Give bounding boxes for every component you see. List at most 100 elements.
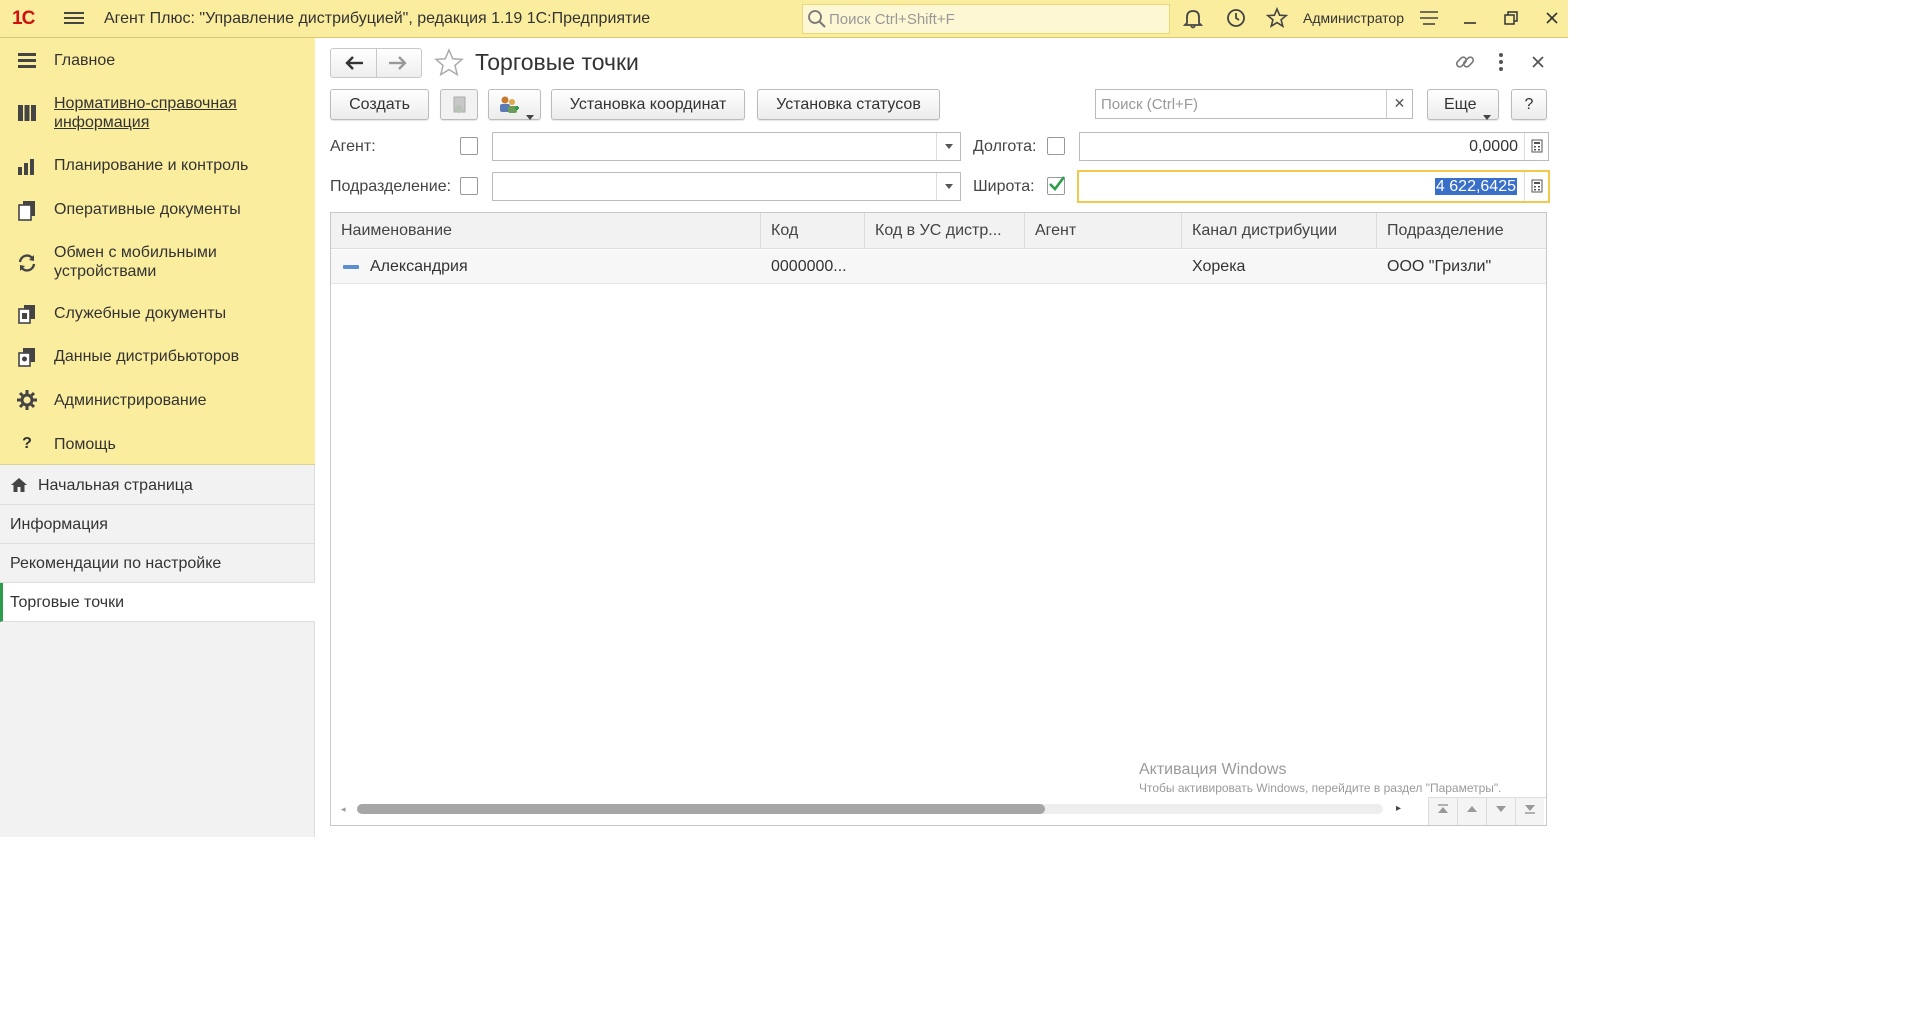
agent-label: Агент: xyxy=(330,138,376,155)
global-search-input[interactable]: Поиск Ctrl+Shift+F xyxy=(802,4,1170,34)
cell-division: ООО "Гризли" xyxy=(1387,258,1492,275)
help-icon: ? xyxy=(22,435,32,452)
close-window-icon[interactable] xyxy=(1541,8,1563,30)
set-coordinates-button[interactable]: Установка координат xyxy=(551,89,745,120)
more-button[interactable]: Еще xyxy=(1427,89,1499,120)
division-field[interactable] xyxy=(492,172,961,201)
agent-filter-checkbox[interactable] xyxy=(460,137,478,155)
back-arrow-icon[interactable] xyxy=(343,54,365,76)
section-label: Оперативные документы xyxy=(54,201,241,218)
section-help[interactable]: ? Помощь xyxy=(0,433,315,459)
section-main[interactable]: Главное xyxy=(0,50,315,76)
more-vert-icon[interactable] xyxy=(1489,51,1513,75)
latitude-label: Широта: xyxy=(973,178,1035,195)
scroll-to-top-icon[interactable] xyxy=(1428,798,1457,825)
column-header-code[interactable]: Код xyxy=(761,213,865,249)
open-window-label: Рекомендации по настройке xyxy=(10,555,222,572)
column-header-division[interactable]: Подразделение xyxy=(1377,213,1546,249)
documents-icon xyxy=(16,199,38,221)
more-label: Еще xyxy=(1444,96,1477,113)
clear-search-icon[interactable]: ✕ xyxy=(1386,90,1412,118)
section-distributor-data[interactable]: Данные дистрибьюторов xyxy=(0,345,315,371)
section-label: Помощь xyxy=(54,436,116,453)
division-filter-checkbox[interactable] xyxy=(460,177,478,195)
sidebar: Главное Нормативно-справочная информация… xyxy=(0,38,315,837)
section-administration[interactable]: Администрирование xyxy=(0,389,315,415)
latitude-filter-checkbox[interactable] xyxy=(1047,176,1066,195)
cell-name: Александрия xyxy=(370,258,468,275)
cell-channel: Хорека xyxy=(1192,258,1246,275)
latitude-field[interactable]: 4 622,6425 xyxy=(1077,170,1550,203)
copy-doc-icon xyxy=(450,95,470,125)
section-operational-docs[interactable]: Оперативные документы xyxy=(0,198,315,224)
section-label: Администрирование xyxy=(54,392,207,409)
dropdown-arrow-icon[interactable] xyxy=(936,133,960,160)
table-row[interactable]: Александрия 0000000... Хорека ООО "Гризл… xyxy=(331,250,1546,284)
bar-chart-icon xyxy=(16,155,38,177)
favorite-star-icon[interactable] xyxy=(434,48,464,82)
scroll-left-icon[interactable]: ◂ xyxy=(341,804,346,815)
chevron-down-icon xyxy=(526,102,534,131)
copy-button[interactable] xyxy=(440,89,478,120)
section-mobile-exchange[interactable]: Обмен с мобильными устройствами xyxy=(0,242,315,282)
restore-icon[interactable] xyxy=(1500,8,1522,30)
set-statuses-button[interactable]: Установка статусов xyxy=(757,89,940,120)
menu-list-icon xyxy=(16,50,38,72)
section-reference-info[interactable]: Нормативно-справочная информация xyxy=(0,94,315,134)
column-header-channel[interactable]: Канал дистрибуции xyxy=(1182,213,1377,249)
trade-points-table: Наименование Код Код в УС дистр... Агент… xyxy=(330,212,1547,826)
page-title: Торговые точки xyxy=(475,49,639,75)
section-label: Нормативно-справочная информация xyxy=(54,95,237,131)
calculator-icon[interactable] xyxy=(1524,172,1548,201)
distributor-data-icon xyxy=(16,346,38,368)
column-header-name[interactable]: Наименование xyxy=(331,213,761,249)
dropdown-arrow-icon[interactable] xyxy=(936,173,960,200)
app-logo: 1С xyxy=(12,8,35,29)
item-marker-icon xyxy=(343,265,359,269)
column-header-agent[interactable]: Агент xyxy=(1025,213,1182,249)
help-button[interactable]: ? xyxy=(1511,89,1547,120)
scrollbar-thumb[interactable] xyxy=(357,804,1045,814)
create-button[interactable]: Создать xyxy=(330,89,429,120)
section-label: Планирование и контроль xyxy=(54,157,249,174)
link-icon[interactable] xyxy=(1453,51,1477,75)
service-docs-icon xyxy=(16,303,38,325)
current-user[interactable]: Администратор xyxy=(1303,10,1404,26)
nav-buttons xyxy=(330,48,422,78)
favorites-star-icon[interactable] xyxy=(1265,6,1290,31)
section-service-docs[interactable]: Служебные документы xyxy=(0,302,315,328)
open-window-home[interactable]: Начальная страница xyxy=(0,466,315,505)
table-header: Наименование Код Код в УС дистр... Агент… xyxy=(331,213,1546,249)
longitude-filter-checkbox[interactable] xyxy=(1047,137,1065,155)
search-input[interactable]: Поиск (Ctrl+F) ✕ xyxy=(1095,89,1413,119)
gear-icon xyxy=(16,389,38,411)
notifications-bell-icon[interactable] xyxy=(1182,7,1206,31)
agent-field[interactable] xyxy=(492,132,961,161)
section-planning[interactable]: Планирование и контроль xyxy=(0,154,315,180)
search-placeholder: Поиск (Ctrl+F) xyxy=(1101,96,1198,113)
home-icon xyxy=(10,476,28,498)
catalog-icon xyxy=(16,102,38,124)
forward-arrow-icon[interactable] xyxy=(387,54,409,76)
settings-lines-icon[interactable] xyxy=(1418,7,1442,31)
users-icon xyxy=(497,94,521,126)
calculator-icon[interactable] xyxy=(1524,133,1548,160)
scroll-down-icon[interactable] xyxy=(1486,798,1515,825)
horizontal-scrollbar[interactable]: ◂ ▸ xyxy=(341,803,1406,815)
open-window-recommendations[interactable]: Рекомендации по настройке xyxy=(0,544,315,583)
minimize-icon[interactable] xyxy=(1459,8,1481,30)
column-header-code-distributor[interactable]: Код в УС дистр... xyxy=(865,213,1025,249)
open-window-info[interactable]: Информация xyxy=(0,505,315,544)
longitude-field[interactable]: 0,0000 xyxy=(1079,132,1549,161)
section-label: Данные дистрибьюторов xyxy=(54,348,240,365)
checkmark-icon xyxy=(1049,176,1066,191)
scroll-to-bottom-icon[interactable] xyxy=(1515,798,1544,825)
open-window-trade-points[interactable]: Торговые точки xyxy=(0,583,315,622)
open-window-label: Начальная страница xyxy=(38,477,193,494)
scroll-right-icon[interactable]: ▸ xyxy=(1396,803,1401,814)
user-group-dropdown-button[interactable] xyxy=(488,89,541,120)
close-form-icon[interactable] xyxy=(1526,51,1550,75)
scroll-up-icon[interactable] xyxy=(1457,798,1486,825)
main-menu-icon[interactable] xyxy=(64,9,84,29)
history-icon[interactable] xyxy=(1225,7,1249,31)
